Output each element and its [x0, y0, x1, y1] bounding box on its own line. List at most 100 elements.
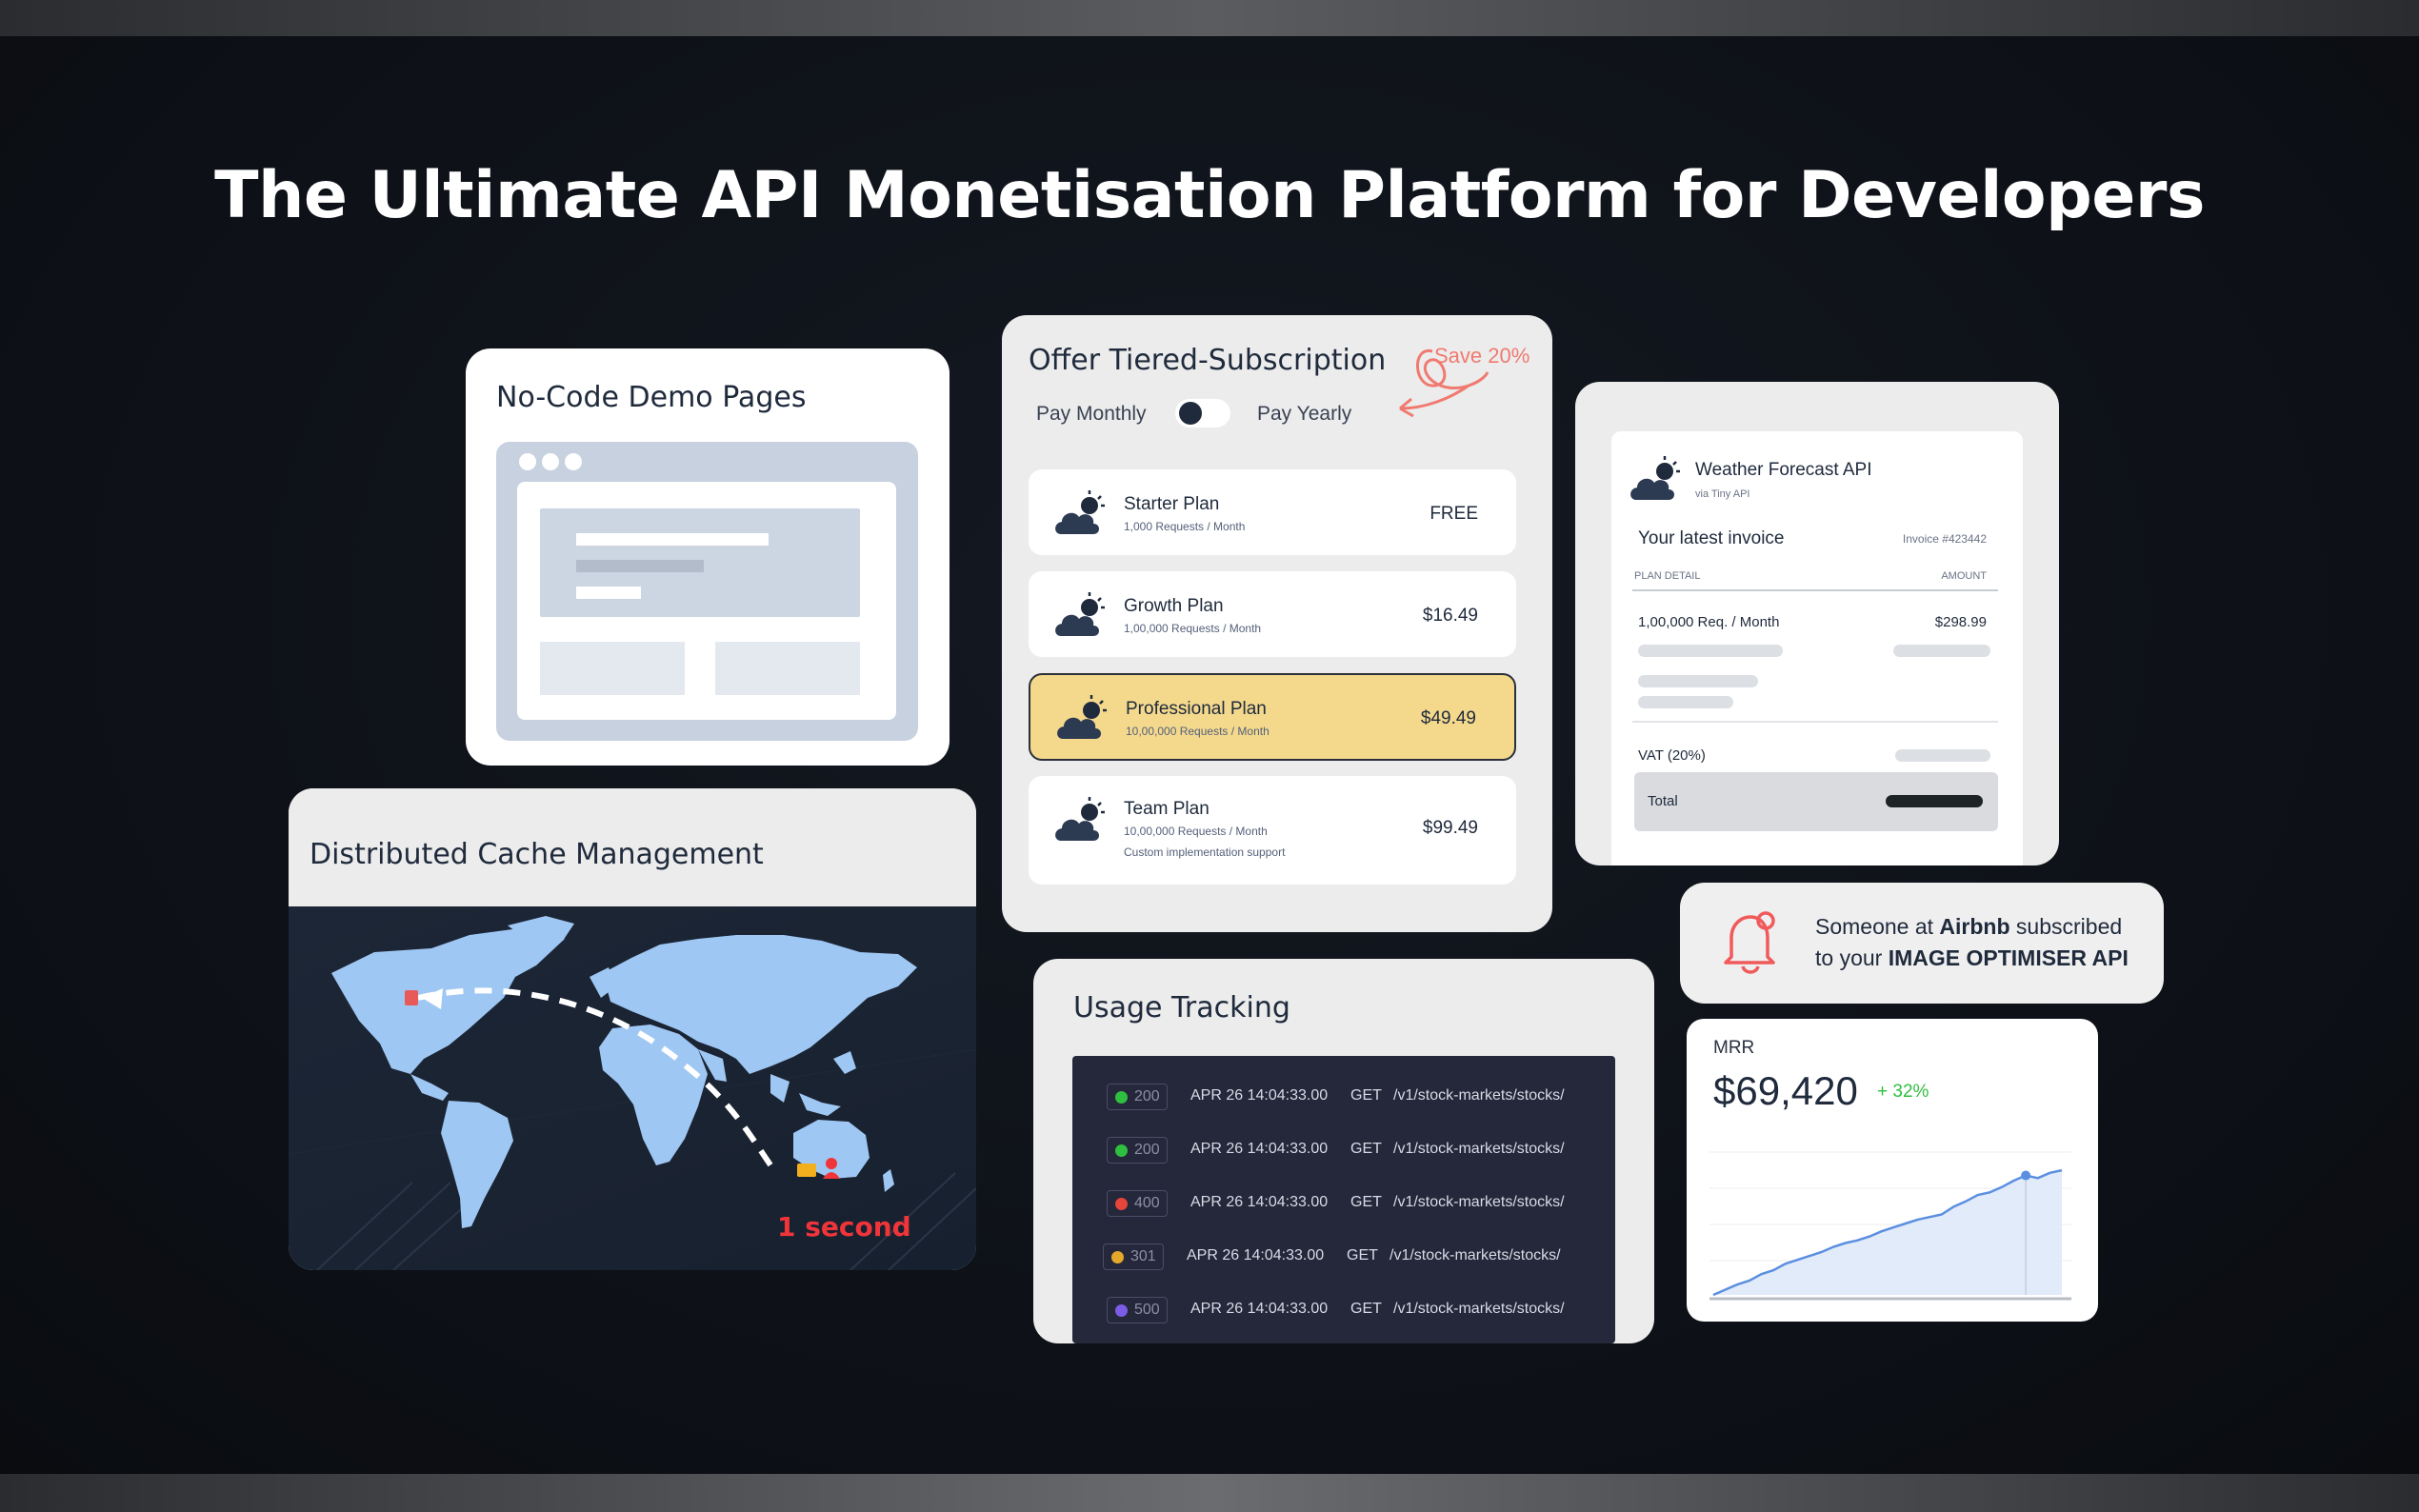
- plan-growth[interactable]: Growth Plan 1,00,000 Requests / Month $1…: [1029, 571, 1516, 657]
- subscription-title: Offer Tiered-Subscription: [1029, 344, 1387, 377]
- plan-name: Team Plan: [1124, 799, 1210, 819]
- browser-dot: [565, 453, 582, 470]
- log-path: /v1/stock-markets/stocks/: [1393, 1141, 1565, 1157]
- bottom-frame-bar: [0, 1474, 2419, 1512]
- server-icon: [405, 990, 418, 1005]
- billing-toggle[interactable]: [1175, 399, 1230, 428]
- log-time: APR 26 14:04:33.00: [1190, 1301, 1329, 1317]
- notification-card[interactable]: Someone at Airbnb subscribed to your IMA…: [1680, 883, 2164, 1004]
- mrr-area-fill: [1713, 1170, 2062, 1295]
- status-dot: [1115, 1091, 1128, 1104]
- notify-line2-prefix: to your: [1815, 945, 1889, 970]
- subscription-card: Offer Tiered-Subscription Save 20% Pay M…: [1002, 315, 1552, 932]
- save-arrow-doodle: [1399, 349, 1489, 418]
- status-badge: 301: [1103, 1243, 1164, 1270]
- status-code: 400: [1134, 1195, 1160, 1211]
- placeholder-bar: [1638, 696, 1733, 708]
- plan-extra: Custom implementation support: [1124, 846, 1286, 859]
- divider: [1632, 589, 1998, 591]
- hero-line: [576, 533, 769, 546]
- notify-company: Airbnb: [1939, 914, 2010, 939]
- status-dot: [1115, 1304, 1128, 1317]
- plan-team[interactable]: Team Plan 10,00,000 Requests / Month Cus…: [1029, 776, 1516, 885]
- usage-title: Usage Tracking: [1073, 991, 1290, 1025]
- plan-price: $49.49: [1420, 708, 1476, 728]
- plan-professional[interactable]: Professional Plan 10,00,000 Requests / M…: [1029, 673, 1516, 761]
- hero-line: [576, 587, 641, 599]
- col-plan-detail: PLAN DETAIL: [1634, 570, 1701, 582]
- nocode-demo-card: No-Code Demo Pages: [466, 348, 950, 766]
- mrr-card: MRR $69,420 + 32%: [1687, 1019, 2098, 1322]
- mrr-area-chart: [1709, 1151, 2071, 1301]
- plan-detail: 1,000 Requests / Month: [1124, 520, 1246, 533]
- status-dot: [1111, 1251, 1124, 1263]
- invoice-card: Weather Forecast API via Tiny API Your l…: [1575, 382, 2059, 865]
- log-row[interactable]: 200 APR 26 14:04:33.00 GET /v1/stock-mar…: [1072, 1069, 1615, 1123]
- page-block: [715, 642, 860, 695]
- log-time: APR 26 14:04:33.00: [1190, 1194, 1329, 1210]
- world-map: 1 second: [289, 906, 976, 1270]
- status-dot: [1115, 1144, 1128, 1157]
- cache-title: Distributed Cache Management: [310, 838, 764, 871]
- invoice-api-via: via Tiny API: [1695, 488, 1750, 500]
- log-path: /v1/stock-markets/stocks/: [1393, 1301, 1565, 1317]
- plan-price: $16.49: [1422, 606, 1478, 626]
- mrr-label: MRR: [1713, 1038, 1755, 1058]
- plan-starter[interactable]: Starter Plan 1,000 Requests / Month FREE: [1029, 469, 1516, 555]
- plan-name: Starter Plan: [1124, 494, 1220, 514]
- log-path: /v1/stock-markets/stocks/: [1389, 1247, 1561, 1263]
- page-block: [540, 642, 685, 695]
- mrr-highlight-point[interactable]: [2021, 1170, 2031, 1181]
- nocode-title: No-Code Demo Pages: [496, 381, 807, 414]
- invoice-api-name: Weather Forecast API: [1695, 460, 1872, 480]
- log-path: /v1/stock-markets/stocks/: [1393, 1194, 1565, 1210]
- cache-card: Distributed Cache Management 1 second: [289, 788, 976, 1270]
- request-log: 200 APR 26 14:04:33.00 GET /v1/stock-mar…: [1072, 1056, 1615, 1343]
- total-label: Total: [1648, 793, 1678, 809]
- pay-monthly-label: Pay Monthly: [1036, 403, 1147, 425]
- log-method: GET: [1350, 1301, 1382, 1317]
- plan-detail: 10,00,000 Requests / Month: [1124, 825, 1268, 838]
- status-badge: 400: [1107, 1190, 1168, 1217]
- latency-label: 1 second: [777, 1211, 911, 1243]
- status-badge: 500: [1107, 1297, 1168, 1323]
- invoice-number: Invoice #423442: [1902, 532, 1987, 546]
- divider: [1632, 721, 1998, 723]
- page-headline: The Ultimate API Monetisation Platform f…: [214, 158, 2205, 233]
- log-row[interactable]: 301 APR 26 14:04:33.00 GET /v1/stock-mar…: [1072, 1229, 1615, 1283]
- notify-middle: subscribed: [2009, 914, 2123, 939]
- log-row[interactable]: 400 APR 26 14:04:33.00 GET /v1/stock-mar…: [1072, 1176, 1615, 1229]
- plan-detail: 10,00,000 Requests / Month: [1126, 725, 1269, 738]
- log-time: APR 26 14:04:33.00: [1190, 1087, 1329, 1104]
- mrr-change: + 32%: [1877, 1082, 1929, 1102]
- plan-detail: 1,00,000 Requests / Month: [1124, 622, 1262, 635]
- log-method: GET: [1350, 1141, 1382, 1157]
- log-path: /v1/stock-markets/stocks/: [1393, 1087, 1565, 1104]
- browser-page: [517, 482, 896, 720]
- log-row[interactable]: 200 APR 26 14:04:33.00 GET /v1/stock-mar…: [1072, 1123, 1615, 1176]
- mrr-value: $69,420: [1713, 1068, 1858, 1113]
- log-time: APR 26 14:04:33.00: [1190, 1141, 1329, 1157]
- log-method: GET: [1347, 1247, 1378, 1263]
- cache-header: Distributed Cache Management: [289, 788, 976, 906]
- browser-dot: [519, 453, 536, 470]
- toggle-knob: [1179, 402, 1202, 425]
- vat-label: VAT (20%): [1638, 747, 1706, 764]
- total-value-bar: [1886, 795, 1983, 807]
- cloud-sun-icon: [1630, 456, 1680, 500]
- line-item-amount: $298.99: [1934, 614, 1987, 630]
- cloud-sun-icon: [1055, 797, 1105, 841]
- cloud-sun-icon: [1057, 695, 1107, 739]
- log-time: APR 26 14:04:33.00: [1187, 1247, 1325, 1263]
- log-method: GET: [1350, 1087, 1382, 1104]
- cloud-sun-icon: [1055, 490, 1105, 534]
- bell-icon: [1724, 911, 1775, 974]
- log-row[interactable]: 500 APR 26 14:04:33.00 GET /v1/stock-mar…: [1072, 1283, 1615, 1336]
- log-method: GET: [1350, 1194, 1382, 1210]
- notify-api: IMAGE OPTIMISER API: [1888, 945, 2129, 970]
- cloud-sun-icon: [1055, 592, 1105, 636]
- plan-name: Growth Plan: [1124, 596, 1224, 616]
- status-badge: 200: [1107, 1137, 1168, 1164]
- top-frame-bar: [0, 0, 2419, 36]
- invoice-heading: Your latest invoice: [1638, 528, 1785, 548]
